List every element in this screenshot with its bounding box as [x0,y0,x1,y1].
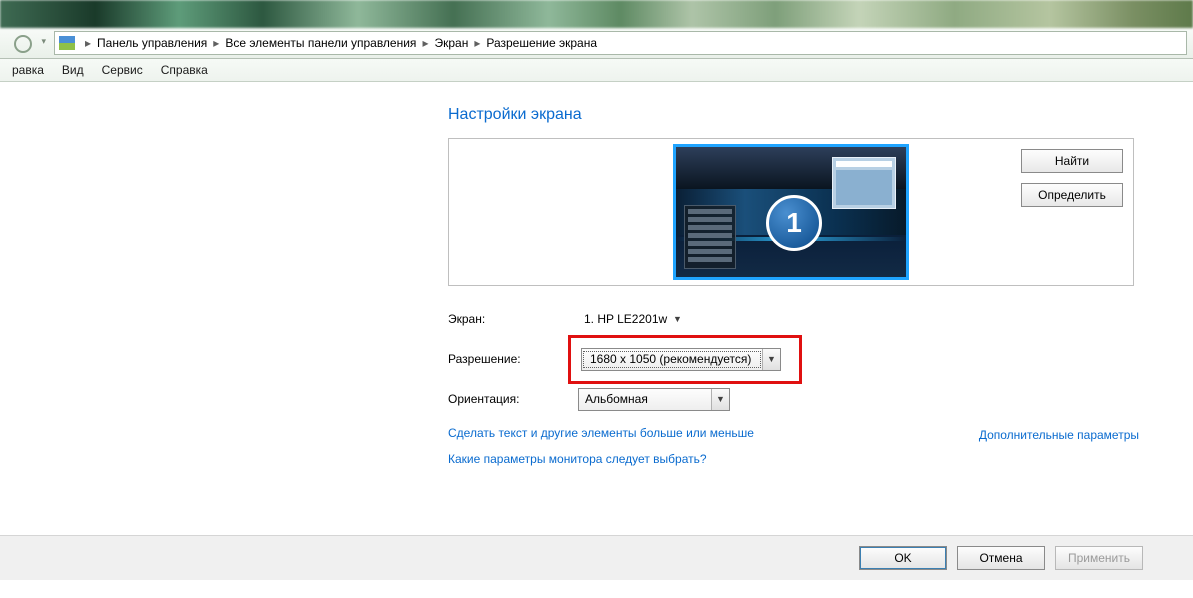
orientation-dropdown[interactable]: Альбомная ▼ [578,388,730,411]
chevron-down-icon: ▼ [669,309,686,330]
nav-back-button[interactable] [4,33,32,53]
highlight-annotation: 1680 x 1050 (рекомендуется) ▼ [568,335,802,384]
chevron-right-icon: ▸ [213,36,219,50]
breadcrumb-item[interactable]: Экран [434,36,468,50]
breadcrumb-item[interactable]: Панель управления [97,36,207,50]
chevron-right-icon: ▸ [85,36,91,50]
menu-edit[interactable]: равка [12,63,44,77]
breadcrumb[interactable]: ▸ Панель управления ▸ Все элементы панел… [54,31,1187,55]
chevron-right-icon: ▸ [474,36,480,50]
orientation-value: Альбомная [579,392,711,406]
content-area: Настройки экрана 1 Найти Определить Экра… [0,82,1193,580]
screen-value: 1. HP LE2201w [578,312,669,326]
advanced-settings-link[interactable]: Дополнительные параметры [979,428,1139,442]
identify-button[interactable]: Определить [1021,183,1123,207]
resolution-dropdown[interactable]: 1680 x 1050 (рекомендуется) ▼ [581,348,781,371]
monitor-number: 1 [786,207,802,239]
breadcrumb-item[interactable]: Разрешение экрана [486,36,597,50]
chevron-down-icon: ▼ [762,349,780,370]
resolution-label: Разрешение: [448,352,578,366]
cancel-button[interactable]: Отмена [957,546,1045,570]
menu-tools[interactable]: Сервис [102,63,143,77]
page-title: Настройки экрана [448,106,1193,124]
address-bar: ▸ Панель управления ▸ Все элементы панел… [0,28,1193,59]
dialog-button-bar: OK Отмена Применить [0,535,1193,580]
chevron-right-icon: ▸ [422,36,428,50]
resolution-value: 1680 x 1050 (рекомендуется) [583,351,761,368]
start-menu-icon [684,205,736,269]
menu-view[interactable]: Вид [62,63,84,77]
chevron-down-icon: ▼ [711,389,729,410]
find-button[interactable]: Найти [1021,149,1123,173]
window-icon [832,157,896,209]
window-chrome-blur [0,0,1193,28]
menu-bar: равка Вид Сервис Справка [0,59,1193,82]
which-settings-link[interactable]: Какие параметры монитора следует выбрать… [448,452,1193,466]
breadcrumb-item[interactable]: Все элементы панели управления [225,36,416,50]
menu-help[interactable]: Справка [161,63,208,77]
screen-label: Экран: [448,312,578,326]
ok-button[interactable]: OK [859,546,947,570]
apply-button: Применить [1055,546,1143,570]
monitor-thumbnail[interactable]: 1 [673,144,909,280]
settings-form: Экран: 1. HP LE2201w ▼ Разрешение: 1680 … [448,306,1193,412]
screen-dropdown[interactable]: 1. HP LE2201w ▼ [578,309,686,330]
display-preview-box: 1 Найти Определить [448,138,1134,286]
control-panel-icon [59,36,75,50]
monitor-number-badge: 1 [766,195,822,251]
orientation-label: Ориентация: [448,392,578,406]
